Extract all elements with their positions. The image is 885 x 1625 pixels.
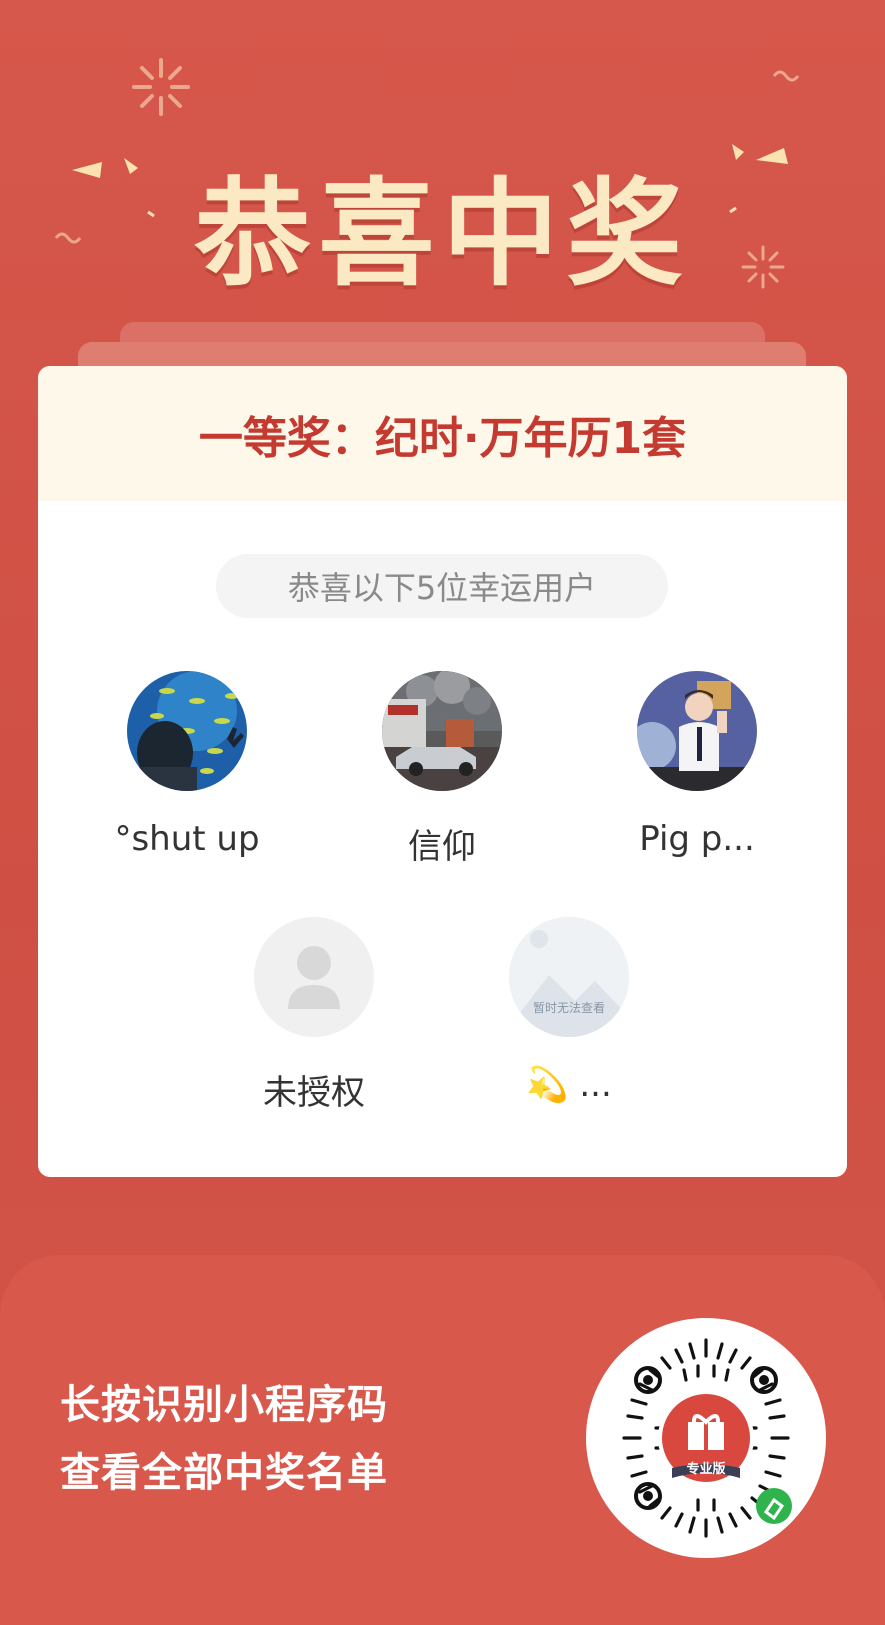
cta-line-1: 长按识别小程序码 (60, 1382, 388, 1428)
qr-pattern-icon (622, 1338, 792, 1538)
page-title: 恭喜中奖 (194, 167, 691, 302)
winner-item[interactable]: °shut up (87, 671, 287, 859)
office-photo-avatar (637, 671, 757, 791)
page: 恭喜中奖 一等奖：纪时·万年历1套 恭喜以下5位幸运用户 °shut up 信仰… (0, 0, 885, 1625)
qr-badge-text: 专业版 (686, 1462, 726, 1477)
winners-card: 一等奖：纪时·万年历1套 恭喜以下5位幸运用户 °shut up 信仰 Pig … (38, 366, 847, 1177)
winner-name: 未授权 (263, 1073, 365, 1113)
winner-item[interactable]: 信仰 (342, 671, 542, 868)
winner-item[interactable]: 暂时无法查看 💫 ... (469, 917, 669, 1105)
avatar-unavailable-text: 暂时无法查看 (532, 1001, 605, 1015)
default-user-avatar (254, 917, 374, 1037)
winner-item[interactable]: Pig p... (597, 671, 797, 859)
image-placeholder-icon (509, 917, 629, 1037)
winner-item[interactable]: 未授权 (214, 917, 414, 1114)
winner-name: 💫 ... (526, 1065, 612, 1105)
cta-line-2: 查看全部中奖名单 (60, 1450, 388, 1496)
lucky-users-pill: 恭喜以下5位幸运用户 (216, 554, 668, 618)
winner-name: °shut up (114, 819, 260, 859)
prize-label: 一等奖：纪时·万年历1套 (198, 412, 687, 464)
mini-program-qr-code[interactable]: 专业版 (586, 1318, 826, 1558)
car-photo-avatar (382, 671, 502, 791)
winner-name: Pig p... (639, 819, 755, 859)
prize-banner: 一等奖：纪时·万年历1套 (38, 366, 847, 501)
winner-name: 信仰 (408, 827, 476, 867)
image-unavailable-avatar: 暂时无法查看 (509, 917, 629, 1037)
firework-left-icon (132, 58, 190, 116)
aquarium-photo-avatar (127, 671, 247, 791)
user-silhouette-icon (288, 946, 340, 1009)
lucky-users-text: 恭喜以下5位幸运用户 (287, 569, 597, 607)
